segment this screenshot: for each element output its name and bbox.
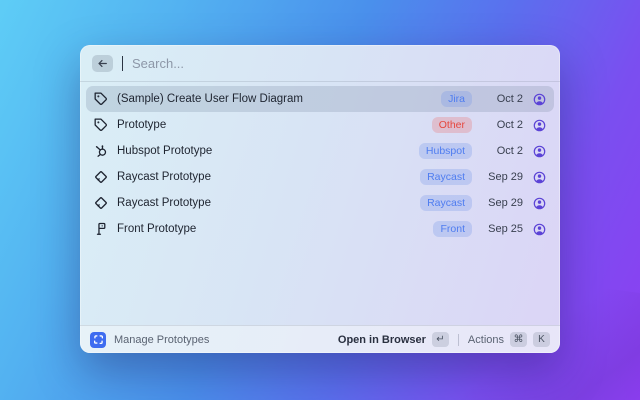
search-input[interactable]	[132, 56, 548, 71]
footer-divider	[458, 334, 459, 346]
date-label: Oct 2	[485, 145, 523, 157]
list-item[interactable]: Prototype Other Oct 2	[86, 112, 554, 138]
launcher-window: (Sample) Create User Flow Diagram Jira O…	[80, 45, 560, 353]
list-item[interactable]: (Sample) Create User Flow Diagram Jira O…	[86, 86, 554, 112]
front-icon	[94, 222, 108, 236]
return-keycap: ↵	[432, 332, 449, 347]
list-item[interactable]: Raycast Prototype Raycast Sep 29	[86, 190, 554, 216]
avatar	[532, 118, 546, 132]
avatar	[532, 196, 546, 210]
avatar	[532, 144, 546, 158]
category-badge: Other	[432, 117, 472, 134]
actions-label: Actions	[468, 334, 504, 346]
item-title: (Sample) Create User Flow Diagram	[117, 93, 303, 105]
arrow-left-icon	[97, 58, 108, 69]
list-item[interactable]: Front Prototype Front Sep 25	[86, 216, 554, 242]
item-title: Prototype	[117, 119, 166, 131]
date-label: Sep 25	[485, 223, 523, 235]
k-keycap: K	[533, 332, 550, 347]
category-badge: Jira	[441, 91, 472, 108]
open-in-browser-button[interactable]: Open in Browser ↵	[338, 332, 449, 347]
empty-area	[80, 242, 560, 325]
raycast-icon	[94, 170, 108, 184]
open-in-browser-label: Open in Browser	[338, 334, 426, 346]
date-label: Oct 2	[485, 119, 523, 131]
avatar	[532, 92, 546, 106]
search-bar	[80, 45, 560, 82]
footer-bar: Manage Prototypes Open in Browser ↵ Acti…	[80, 325, 560, 353]
item-title: Raycast Prototype	[117, 171, 211, 183]
command-keycap: ⌘	[510, 332, 527, 347]
category-badge: Raycast	[420, 169, 472, 186]
category-badge: Front	[433, 221, 472, 238]
actions-button[interactable]: Actions ⌘ K	[468, 332, 550, 347]
raycast-icon	[94, 196, 108, 210]
date-label: Oct 2	[485, 93, 523, 105]
list-item[interactable]: Hubspot Prototype Hubspot Oct 2	[86, 138, 554, 164]
category-badge: Hubspot	[419, 143, 472, 160]
manage-prototypes-label[interactable]: Manage Prototypes	[114, 334, 209, 346]
item-title: Front Prototype	[117, 223, 196, 235]
text-caret	[122, 56, 123, 71]
date-label: Sep 29	[485, 171, 523, 183]
hubspot-icon	[94, 144, 108, 158]
item-title: Raycast Prototype	[117, 197, 211, 209]
item-title: Hubspot Prototype	[117, 145, 212, 157]
avatar	[532, 222, 546, 236]
avatar	[532, 170, 546, 184]
tag-icon	[94, 118, 108, 132]
category-badge: Raycast	[420, 195, 472, 212]
tag-icon	[94, 92, 108, 106]
manage-prototypes-icon	[90, 332, 106, 348]
back-button[interactable]	[92, 55, 113, 72]
footer-actions: Open in Browser ↵ Actions ⌘ K	[338, 332, 550, 347]
list-item[interactable]: Raycast Prototype Raycast Sep 29	[86, 164, 554, 190]
date-label: Sep 29	[485, 197, 523, 209]
prototype-list: (Sample) Create User Flow Diagram Jira O…	[80, 82, 560, 242]
